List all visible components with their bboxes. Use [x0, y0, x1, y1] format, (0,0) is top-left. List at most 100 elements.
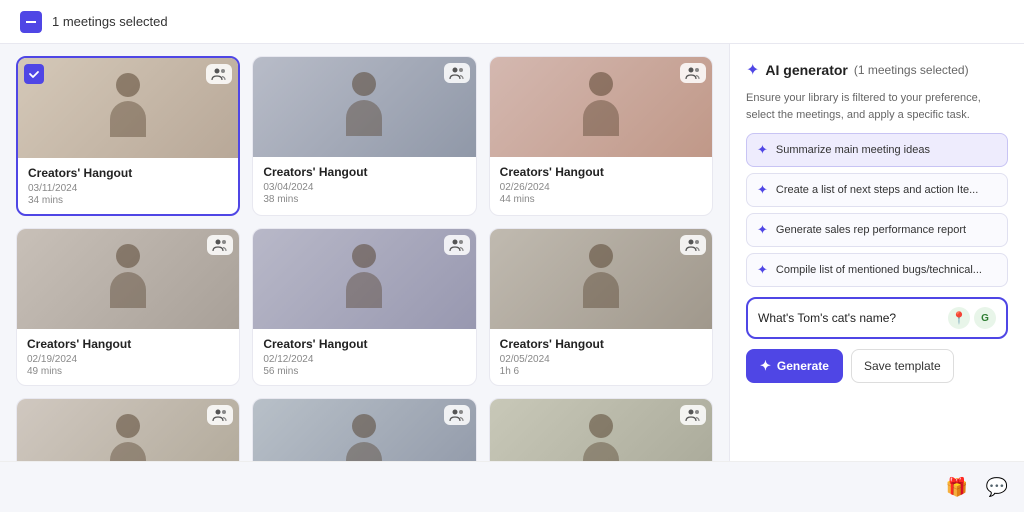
person-head — [352, 72, 376, 96]
card-info: Creators' Hangout 02/05/2024 1h 6 — [490, 329, 712, 385]
ai-suggestion-item[interactable]: ✦ Generate sales rep performance report — [746, 213, 1008, 247]
meeting-card[interactable]: Creators' Hangout 02/05/2024 1h 6 — [489, 228, 713, 386]
person-silhouette — [103, 73, 153, 143]
participants-icon — [680, 63, 706, 83]
grammarly-icon: G — [974, 307, 996, 329]
person-head — [116, 73, 140, 97]
person-body — [110, 101, 146, 137]
suggestion-spark-icon: ✦ — [757, 142, 768, 158]
card-info: Creators' Hangout 02/19/2024 49 mins — [17, 329, 239, 385]
ai-panel-header: ✦ AI generator (1 meetings selected) — [746, 60, 1008, 80]
suggestion-spark-icon: ✦ — [757, 182, 768, 198]
ai-suggestion-item[interactable]: ✦ Summarize main meeting ideas — [746, 133, 1008, 167]
ai-panel-title: AI generator — [765, 62, 847, 78]
card-date: 03/04/2024 — [263, 182, 465, 193]
person-head — [116, 414, 140, 438]
ai-suggestion-item[interactable]: ✦ Compile list of mentioned bugs/technic… — [746, 253, 1008, 287]
card-selected-checkbox[interactable] — [24, 64, 44, 84]
card-person — [253, 229, 475, 329]
ai-input[interactable] — [758, 311, 942, 325]
card-duration: 56 mins — [263, 366, 465, 377]
card-info: Creators' Hangout 03/11/2024 34 mins — [18, 158, 238, 214]
ai-suggestion-item[interactable]: ✦ Create a list of next steps and action… — [746, 173, 1008, 207]
person-body — [346, 442, 382, 461]
card-info: Creators' Hangout 03/04/2024 38 mins — [253, 157, 475, 213]
card-date: 02/12/2024 — [263, 354, 465, 365]
selected-count-label: 1 meetings selected — [52, 14, 168, 29]
meetings-grid-area: Creators' Hangout 03/11/2024 34 mins — [0, 44, 729, 461]
save-template-button[interactable]: Save template — [851, 349, 954, 383]
card-title: Creators' Hangout — [27, 337, 229, 351]
ai-input-icons: 📍 G — [948, 307, 996, 329]
card-info: Creators' Hangout 02/26/2024 44 mins — [490, 157, 712, 213]
card-person — [490, 57, 712, 157]
card-thumbnail — [253, 229, 475, 329]
person-body — [583, 272, 619, 308]
card-title: Creators' Hangout — [263, 337, 465, 351]
ai-star-icon: ✦ — [746, 60, 759, 80]
meeting-card[interactable]: Creators' Hangout 02/19/2024 49 mins — [16, 228, 240, 386]
person-body — [346, 100, 382, 136]
ai-input-area[interactable]: 📍 G — [746, 297, 1008, 339]
person-body — [583, 100, 619, 136]
card-person — [490, 229, 712, 329]
meeting-card[interactable]: Creators' Hangout 01/15/2024 45 mins — [252, 398, 476, 461]
card-info: Creators' Hangout 02/12/2024 56 mins — [253, 329, 475, 385]
person-head — [352, 414, 376, 438]
card-person — [253, 399, 475, 461]
card-title: Creators' Hangout — [500, 337, 702, 351]
card-duration: 1h 6 — [500, 366, 702, 377]
meeting-card[interactable]: Creators' Hangout 02/26/2024 44 mins — [489, 56, 713, 216]
person-silhouette — [339, 72, 389, 142]
person-head — [589, 414, 613, 438]
card-person — [253, 57, 475, 157]
meeting-card[interactable]: Creators' Hangout 03/04/2024 38 mins — [252, 56, 476, 216]
suggestion-text: Generate sales rep performance report — [776, 224, 966, 236]
ai-actions: ✦ Generate Save template — [746, 349, 1008, 383]
person-body — [346, 272, 382, 308]
generate-spark-icon: ✦ — [760, 358, 771, 374]
meeting-card[interactable]: Creators' Hangout 01/08/2024 38 mins — [489, 398, 713, 461]
suggestion-spark-icon: ✦ — [757, 222, 768, 238]
meetings-grid: Creators' Hangout 03/11/2024 34 mins — [16, 56, 713, 461]
participants-icon — [207, 235, 233, 255]
card-title: Creators' Hangout — [500, 165, 702, 179]
card-date: 03/11/2024 — [28, 183, 228, 194]
participants-icon — [206, 64, 232, 84]
card-title: Creators' Hangout — [263, 165, 465, 179]
person-head — [352, 244, 376, 268]
card-duration: 44 mins — [500, 194, 702, 205]
main-layout: Creators' Hangout 03/11/2024 34 mins — [0, 44, 1024, 461]
location-icon: 📍 — [948, 307, 970, 329]
meeting-card[interactable]: Creators' Hangout 03/11/2024 34 mins — [16, 56, 240, 216]
card-duration: 34 mins — [28, 195, 228, 206]
card-duration: 49 mins — [27, 366, 229, 377]
suggestion-spark-icon: ✦ — [757, 262, 768, 278]
suggestion-text: Compile list of mentioned bugs/technical… — [776, 264, 982, 276]
ai-panel-description: Ensure your library is filtered to your … — [746, 90, 1008, 123]
card-thumbnail — [17, 399, 239, 461]
meeting-card[interactable]: Creators' Hangout 02/12/2024 56 mins — [252, 228, 476, 386]
person-silhouette — [339, 414, 389, 461]
person-silhouette — [103, 244, 153, 314]
meeting-card[interactable]: Creators' Hangout 01/29/2024 52 mins — [16, 398, 240, 461]
person-silhouette — [576, 244, 626, 314]
bottom-toolbar: 🎁 💬 — [0, 461, 1024, 512]
participants-icon — [680, 405, 706, 425]
participants-icon — [680, 235, 706, 255]
ai-panel-count: (1 meetings selected) — [854, 63, 969, 77]
card-date: 02/26/2024 — [500, 182, 702, 193]
ai-suggestions-list: ✦ Summarize main meeting ideas ✦ Create … — [746, 133, 1008, 287]
generate-button[interactable]: ✦ Generate — [746, 349, 843, 383]
deselect-button[interactable] — [20, 11, 42, 33]
chat-button[interactable]: 💬 — [978, 468, 1016, 506]
card-thumbnail — [17, 229, 239, 329]
person-head — [589, 244, 613, 268]
gift-button[interactable]: 🎁 — [938, 468, 976, 506]
card-person — [18, 58, 238, 158]
person-head — [589, 72, 613, 96]
card-duration: 38 mins — [263, 194, 465, 205]
header: 1 meetings selected — [0, 0, 1024, 44]
person-body — [110, 272, 146, 308]
card-thumbnail — [490, 229, 712, 329]
